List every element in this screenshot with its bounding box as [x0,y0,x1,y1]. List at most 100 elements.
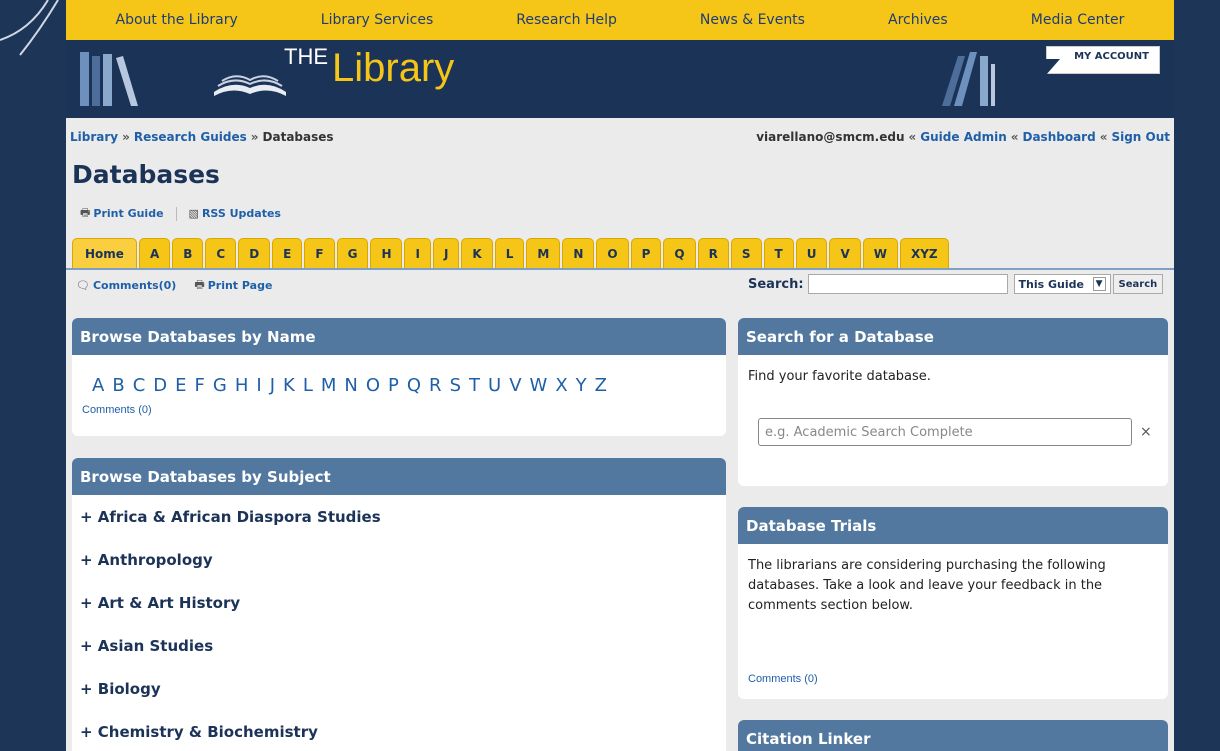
user-bar: viarellano@smcm.edu «Guide Admin «Dashboar… [756,130,1170,144]
citation-linker-title: Citation Linker [738,720,1168,751]
subject-item[interactable]: + Chemistry & Biochemistry [72,710,726,751]
tab-g[interactable]: G [336,238,369,269]
library-logo[interactable]: THE Library [212,44,454,102]
dashboard-link[interactable]: Dashboard [1023,130,1096,144]
citation-linker-box: Citation Linker [738,720,1168,751]
letter-link-q[interactable]: Q [407,375,421,396]
logo-library-text: Library [332,46,455,90]
breadcrumb-research-guides[interactable]: Research Guides [134,130,247,144]
sign-out-link[interactable]: Sign Out [1111,130,1170,144]
comments-link[interactable]: Comments(0) [93,279,176,292]
database-trials-comments[interactable]: Comments (0) [738,673,818,685]
letter-link-c[interactable]: C [133,375,146,396]
fold-corner [1046,59,1060,75]
tab-l[interactable]: L [494,238,525,269]
tab-f[interactable]: F [304,238,335,269]
tab-t[interactable]: T [763,238,794,269]
letter-link-d[interactable]: D [153,375,167,396]
nav-research-help[interactable]: Research Help [516,12,617,28]
nav-about-the-library[interactable]: About the Library [116,12,238,28]
database-search-input[interactable] [758,418,1132,446]
corner-swoosh-decoration [0,0,59,56]
letter-link-o[interactable]: O [366,375,380,396]
guide-tools: 🖶 Print Guide ▧ RSS Updates [80,204,281,223]
nav-library-services[interactable]: Library Services [321,12,433,28]
database-trials-title: Database Trials [738,507,1168,544]
my-account-label: MY ACCOUNT [1074,51,1149,62]
tab-w[interactable]: W [862,238,898,269]
letter-link-p[interactable]: P [388,375,399,396]
database-trials-box: Database Trials The librarians are consi… [738,507,1168,699]
letter-link-m[interactable]: M [321,375,337,396]
letter-link-f[interactable]: F [195,375,205,396]
logo-the-text: THE [284,44,328,69]
tab-home[interactable]: Home [72,238,137,269]
tab-s[interactable]: S [730,238,762,269]
tab-e[interactable]: E [272,238,303,269]
browse-by-name-title: Browse Databases by Name [72,318,726,355]
letter-link-l[interactable]: L [303,375,313,396]
guide-search: Search: This Guide ▼ Search [748,274,1164,294]
letter-link-a[interactable]: A [92,375,104,396]
tab-a[interactable]: A [138,238,171,269]
letter-link-b[interactable]: B [112,375,124,396]
tab-bar: Home A B C D E F G H I J K L M N O P Q R S T U V W XYZ [72,238,951,269]
tab-i[interactable]: I [404,238,431,269]
letter-link-x[interactable]: X [555,375,567,396]
letter-link-g[interactable]: G [213,375,227,396]
az-letter-list: ABCDEFGHIJKLMNOPQRSTUVWXYZ [72,355,726,396]
browse-by-subject-box: Browse Databases by Subject + Africa & A… [72,458,726,751]
print-page-link[interactable]: Print Page [208,279,273,292]
letter-link-t[interactable]: T [469,375,480,396]
letter-link-z[interactable]: Z [595,375,607,396]
close-icon[interactable]: × [1140,424,1152,440]
page: About the Library Library Services Resea… [66,0,1174,751]
search-input[interactable] [807,274,1008,294]
top-nav: About the Library Library Services Resea… [66,0,1174,40]
chevron-down-icon: ▼ [1092,277,1106,291]
subject-item[interactable]: + Biology [72,667,726,710]
letter-link-k[interactable]: K [283,375,295,396]
nav-news-events[interactable]: News & Events [700,12,805,28]
tab-d[interactable]: D [238,238,271,269]
letter-link-r[interactable]: R [429,375,442,396]
letter-link-y[interactable]: Y [576,375,587,396]
letter-link-i[interactable]: I [256,375,261,396]
tab-k[interactable]: K [461,238,493,269]
letter-link-n[interactable]: N [344,375,357,396]
tab-m[interactable]: M [526,238,561,269]
letter-link-e[interactable]: E [175,375,186,396]
letter-link-u[interactable]: U [488,375,501,396]
tab-xyz[interactable]: XYZ [899,238,949,269]
print-guide-link[interactable]: Print Guide [93,207,163,220]
letter-link-s[interactable]: S [450,375,461,396]
letter-link-w[interactable]: W [530,375,548,396]
subject-item[interactable]: + Asian Studies [72,624,726,667]
tab-q[interactable]: Q [663,238,696,269]
tab-b[interactable]: B [172,238,204,269]
tab-c[interactable]: C [205,238,237,269]
tab-h[interactable]: H [370,238,403,269]
breadcrumb-library[interactable]: Library [70,130,118,144]
browse-by-name-comments[interactable]: Comments (0) [72,396,726,416]
letter-link-v[interactable]: V [509,375,521,396]
subject-item[interactable]: + Anthropology [72,538,726,581]
tab-j[interactable]: J [432,238,460,269]
tab-n[interactable]: N [562,238,595,269]
letter-link-j[interactable]: J [270,375,275,396]
rss-updates-link[interactable]: RSS Updates [202,207,281,220]
tab-r[interactable]: R [697,238,729,269]
search-scope-select[interactable]: This Guide ▼ [1013,274,1111,294]
tab-v[interactable]: V [829,238,861,269]
nav-media-center[interactable]: Media Center [1031,12,1125,28]
guide-admin-link[interactable]: Guide Admin [920,130,1006,144]
nav-archives[interactable]: Archives [888,12,948,28]
subject-item[interactable]: + Art & Art History [72,581,726,624]
tab-p[interactable]: P [630,238,662,269]
subject-item[interactable]: + Africa & African Diaspora Studies [72,495,726,538]
my-account-button[interactable]: MY ACCOUNT [1046,46,1160,75]
search-button[interactable]: Search [1112,274,1164,294]
letter-link-h[interactable]: H [235,375,249,396]
tab-o[interactable]: O [596,238,629,269]
tab-u[interactable]: U [795,238,828,269]
